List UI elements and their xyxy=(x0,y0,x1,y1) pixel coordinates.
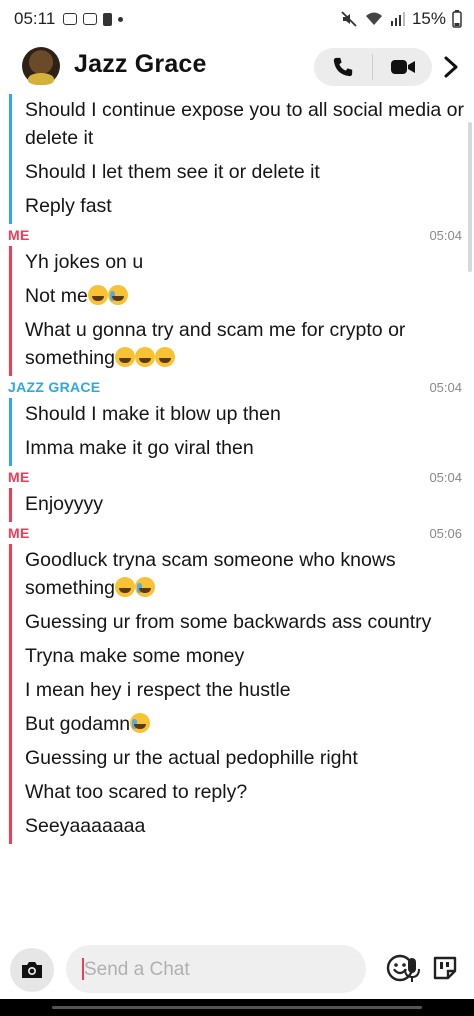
chat-input[interactable] xyxy=(82,945,316,995)
status-right: 15% xyxy=(340,9,462,29)
message-timestamp: 05:04 xyxy=(429,228,462,243)
laughing-emoji-icon xyxy=(114,347,135,367)
message-group: JAZZ GRACE 05:04 Should I make it blow u… xyxy=(0,376,474,466)
message-text[interactable]: Yh jokes on u xyxy=(25,246,474,280)
message-text[interactable]: Seeyaaaaaaa xyxy=(25,810,474,844)
message-timestamp: 05:04 xyxy=(429,380,462,395)
message-text: What u gonna try and scam me for crypto … xyxy=(25,319,406,369)
message-block: Yh jokes on u Not me What u gonna try an… xyxy=(9,246,474,376)
signal-icon xyxy=(390,12,405,26)
message-item[interactable]: Goodluck tryna scam someone who knows so… xyxy=(25,544,474,606)
chat-composer xyxy=(0,940,474,996)
sender-name: JAZZ GRACE xyxy=(8,379,101,395)
message-text[interactable]: Tryna make some money xyxy=(25,640,474,674)
message-group: Should I continue expose you to all soci… xyxy=(0,94,474,224)
gesture-handle[interactable] xyxy=(52,1006,422,1009)
sender-row: ME 05:04 xyxy=(0,466,474,488)
message-item[interactable]: But godamn xyxy=(25,708,474,742)
chat-input-wrapper xyxy=(66,945,420,995)
message-text[interactable]: Enjoyyyy xyxy=(25,488,474,522)
message-block: Should I make it blow up then Imma make … xyxy=(9,398,474,466)
emoji-button[interactable] xyxy=(385,953,415,983)
lock-icon xyxy=(103,12,113,26)
sender-row: ME 05:06 xyxy=(0,522,474,544)
message-item[interactable]: What u gonna try and scam me for crypto … xyxy=(25,314,474,376)
notification-icon xyxy=(83,13,98,25)
battery-icon xyxy=(452,10,462,28)
message-timestamp: 05:06 xyxy=(429,526,462,541)
status-bar: 05:11 15% xyxy=(0,0,474,38)
message-text[interactable]: Reply fast xyxy=(25,190,474,224)
smiley-icon xyxy=(386,954,414,982)
call-button-group xyxy=(314,48,432,86)
message-text[interactable]: What too scared to reply? xyxy=(25,776,474,810)
more-notifications-icon xyxy=(118,16,124,22)
message-text[interactable]: Guessing ur from some backwards ass coun… xyxy=(25,606,474,640)
system-nav-bar xyxy=(0,999,474,1016)
video-icon xyxy=(390,60,415,74)
message-text[interactable]: Should I let them see it or delete it xyxy=(25,156,474,190)
laughing-emoji-icon xyxy=(114,577,135,597)
sender-name: ME xyxy=(8,525,30,541)
avatar[interactable] xyxy=(22,47,60,85)
sticker-button[interactable] xyxy=(430,953,460,983)
status-time: 05:11 xyxy=(14,9,56,28)
scrollbar[interactable] xyxy=(468,122,472,272)
video-call-button[interactable] xyxy=(373,48,432,86)
text-cursor xyxy=(82,958,84,980)
notification-icons xyxy=(63,12,124,26)
voice-call-button[interactable] xyxy=(314,48,372,86)
chat-title[interactable]: Jazz Grace xyxy=(74,50,207,79)
sticker-icon xyxy=(433,956,457,980)
message-group: ME 05:04 Enjoyyyy xyxy=(0,466,474,522)
sender-row: ME 05:04 xyxy=(0,224,474,246)
message-text[interactable]: Should I continue expose you to all soci… xyxy=(25,94,474,156)
mute-icon xyxy=(341,11,357,27)
message-group: ME 05:06 Goodluck tryna scam someone who… xyxy=(0,522,474,844)
crying-emoji-icon xyxy=(130,713,151,733)
sender-name: ME xyxy=(8,227,30,243)
laughing-emoji-icon xyxy=(134,347,155,367)
crying-emoji-icon xyxy=(107,285,128,305)
laughing-emoji-icon xyxy=(154,347,175,367)
notification-icon xyxy=(63,13,78,25)
message-item[interactable]: Not me xyxy=(25,280,474,314)
sender-row: JAZZ GRACE 05:04 xyxy=(0,376,474,398)
message-block: Should I continue expose you to all soci… xyxy=(9,94,474,224)
message-group: ME 05:04 Yh jokes on u Not me What u gon… xyxy=(0,224,474,376)
message-text[interactable]: Should I make it blow up then xyxy=(25,398,474,432)
message-block: Goodluck tryna scam someone who knows so… xyxy=(9,544,474,844)
message-block: Enjoyyyy xyxy=(9,488,474,522)
message-timestamp: 05:04 xyxy=(429,470,462,485)
wifi-icon xyxy=(365,12,382,25)
message-text[interactable]: Guessing ur the actual pedophille right xyxy=(25,742,474,776)
chevron-right-icon xyxy=(444,56,458,78)
message-text[interactable]: I mean hey i respect the hustle xyxy=(25,674,474,708)
message-text[interactable]: Imma make it go viral then xyxy=(25,432,474,466)
message-list[interactable]: Should I continue expose you to all soci… xyxy=(0,94,474,844)
chat-details-button[interactable] xyxy=(436,48,466,86)
message-text: Goodluck tryna scam someone who knows so… xyxy=(25,549,396,599)
chat-header: Jazz Grace xyxy=(0,40,474,96)
laughing-emoji-icon xyxy=(87,285,108,305)
phone-icon xyxy=(333,57,353,77)
camera-icon xyxy=(22,962,42,978)
camera-button[interactable] xyxy=(10,948,54,992)
message-text: Not me xyxy=(25,285,88,307)
message-text: But godamn xyxy=(25,713,131,735)
battery-level: 15% xyxy=(411,9,446,28)
sender-name: ME xyxy=(8,469,30,485)
crying-emoji-icon xyxy=(134,577,155,597)
